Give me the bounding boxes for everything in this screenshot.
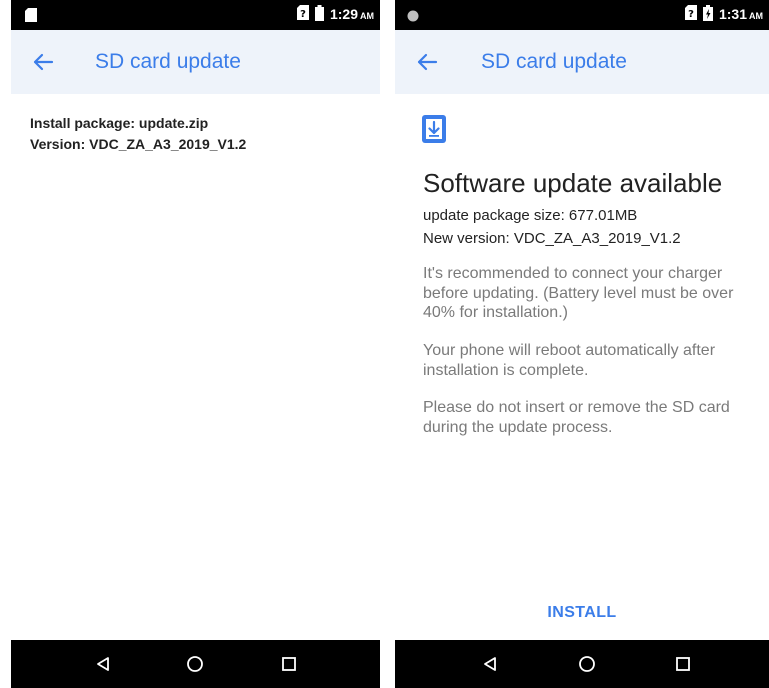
square-recents-icon (676, 657, 690, 671)
package-size-text: update package size: 677.01MB (423, 207, 638, 224)
install-button[interactable]: INSTALL (395, 604, 769, 622)
page-title: SD card update (95, 50, 241, 73)
svg-text:?: ? (688, 9, 694, 20)
nav-recents-button[interactable] (277, 652, 301, 676)
triangle-back-icon (484, 657, 496, 671)
sd-card-note: Please do not insert or remove the SD ca… (423, 399, 730, 436)
battery-charging-icon (702, 4, 713, 26)
navigation-bar (11, 640, 380, 688)
clock-time: 1:31 (718, 6, 747, 22)
reboot-note: Your phone will reboot automatically aft… (423, 342, 716, 379)
system-update-icon (421, 114, 447, 144)
app-bar: SD card update (11, 30, 380, 94)
version-text: Version: VDC_ZA_A3_2019_V1.2 (30, 136, 247, 152)
update-title: Software update available (423, 168, 723, 198)
clock-time: 1:29 (329, 6, 358, 22)
back-button[interactable] (413, 48, 441, 76)
nav-back-button[interactable] (478, 652, 502, 676)
page-title: SD card update (481, 50, 627, 73)
circle-home-icon (579, 656, 595, 672)
no-sim-icon: ? (684, 5, 697, 25)
navigation-bar (395, 640, 769, 688)
square-recents-icon (282, 657, 296, 671)
clock-ampm: AM (360, 11, 374, 21)
new-version-text: New version: VDC_ZA_A3_2019_V1.2 (423, 230, 681, 247)
sd-card-icon (25, 8, 37, 27)
install-package-text: Install package: update.zip (30, 115, 209, 131)
charger-note: It's recommended to connect your charger… (423, 265, 734, 321)
nav-home-button[interactable] (575, 652, 599, 676)
no-sim-icon: ? (296, 5, 309, 25)
package-info: Install package: update.zip Version: VDC… (30, 113, 246, 155)
back-button[interactable] (29, 48, 57, 76)
app-bar: SD card update (395, 30, 769, 94)
status-bar: ? 1:31 AM (395, 0, 769, 30)
status-bar: ? 1:29 AM (11, 0, 380, 30)
nav-recents-button[interactable] (671, 652, 695, 676)
arrow-back-icon (417, 53, 438, 71)
circle-home-icon (187, 656, 203, 672)
nav-home-button[interactable] (183, 652, 207, 676)
phone-screen-left: ? 1:29 AM SD card update Install package:… (11, 0, 380, 688)
clock-ampm: AM (749, 11, 763, 21)
phone-screen-right: ? 1:31 AM SD card update Software update … (395, 0, 769, 688)
triangle-back-icon (97, 657, 109, 671)
arrow-back-icon (33, 53, 54, 71)
nav-back-button[interactable] (91, 652, 115, 676)
battery-icon (314, 4, 324, 26)
notification-dot-icon (407, 9, 419, 27)
update-meta: update package size: 677.01MB New versio… (423, 204, 681, 250)
svg-text:?: ? (300, 9, 306, 20)
